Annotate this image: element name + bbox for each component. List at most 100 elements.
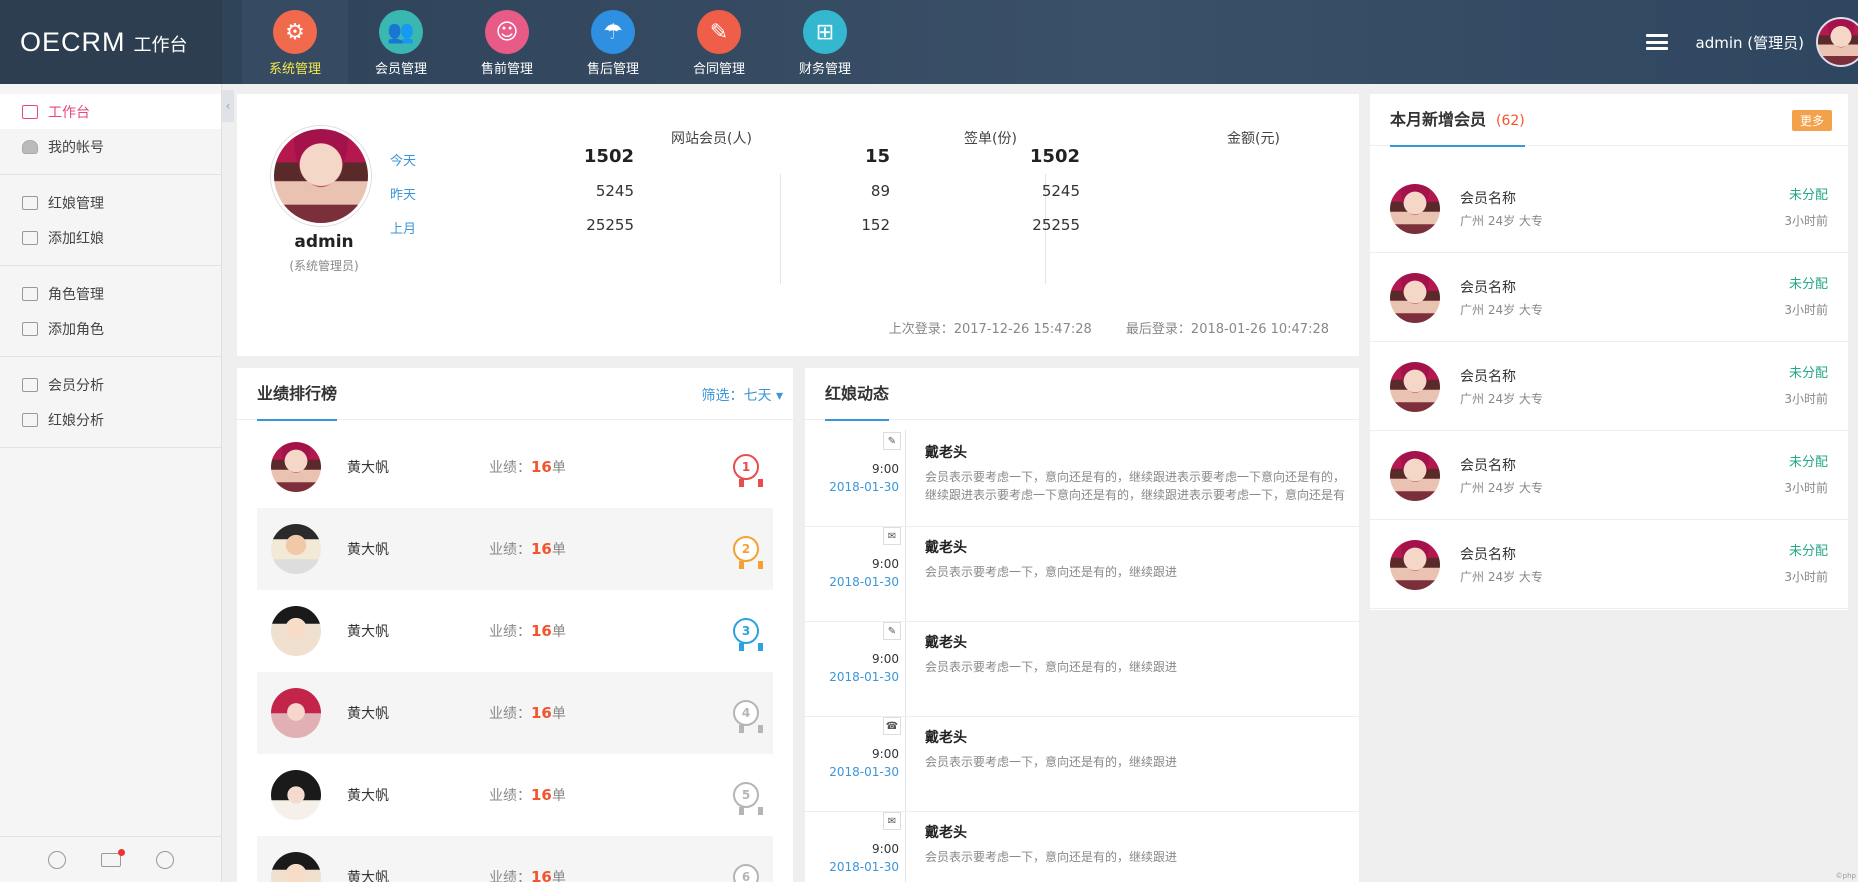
news-time: 9:00 bbox=[872, 842, 899, 856]
avatar bbox=[1390, 273, 1440, 323]
member-status: 未分配 bbox=[1788, 277, 1828, 292]
nav-tab-2[interactable]: ☺ 售前管理 bbox=[454, 0, 560, 84]
member-name: 会员名称 bbox=[1460, 369, 1516, 385]
settings-icon[interactable] bbox=[47, 850, 66, 869]
chat-icon: ✉ bbox=[883, 812, 901, 830]
face-icon: ☺ bbox=[485, 10, 529, 54]
members-count: (62) bbox=[1496, 112, 1525, 129]
ranking-row[interactable]: 黄大帆 业绩：16单 5 bbox=[257, 754, 773, 836]
news-date: 2018-01-30 bbox=[829, 480, 899, 494]
sidebar-item[interactable]: 添加角色 bbox=[0, 311, 221, 346]
more-button[interactable]: 更多 bbox=[1791, 110, 1832, 131]
sidebar-item[interactable]: 添加红娘 bbox=[0, 220, 221, 255]
ranking-name: 黄大帆 bbox=[347, 788, 389, 804]
member-time: 3小时前 bbox=[1784, 481, 1828, 495]
sidebar-collapse-handle[interactable]: ‹ bbox=[222, 90, 234, 122]
medal-icon: 5 bbox=[733, 782, 763, 815]
stat-row-label: 上月 bbox=[390, 222, 417, 237]
nav-tab-4[interactable]: ✎ 合同管理 bbox=[666, 0, 772, 84]
avatar bbox=[271, 606, 321, 656]
news-time: 9:00 bbox=[872, 462, 899, 476]
member-row[interactable]: 会员名称 广州 24岁 大专 未分配 3小时前 bbox=[1370, 431, 1848, 520]
sidebar-item[interactable]: 红娘分析 bbox=[0, 402, 221, 437]
news-item[interactable]: ☎ 9:00 2018-01-30 戴老头 会员表示要考虑一下，意向还是有的，继续跟进 bbox=[805, 717, 1359, 812]
col-header-members: 网站会员(人) bbox=[671, 131, 752, 147]
ranking-filter-dropdown[interactable]: 筛选：七天 ▾ bbox=[702, 385, 783, 405]
phone-icon: ☎ bbox=[883, 717, 901, 735]
sidebar-item[interactable]: 角色管理 bbox=[0, 276, 221, 311]
news-item[interactable]: ✉ 9:00 2018-01-30 戴老头 会员表示要考虑一下，意向还是有的，继续跟进 bbox=[805, 527, 1359, 622]
stat-value: 1502 bbox=[583, 146, 634, 167]
news-date: 2018-01-30 bbox=[829, 575, 899, 589]
avatar bbox=[271, 852, 321, 882]
news-date: 2018-01-30 bbox=[829, 765, 899, 779]
brand-name: OECRM bbox=[20, 26, 126, 57]
ranking-performance: 业绩：16单 bbox=[489, 786, 566, 804]
id-card-icon bbox=[22, 230, 38, 245]
user-avatar[interactable] bbox=[1816, 17, 1858, 67]
ranking-row[interactable]: 黄大帆 业绩：16单 2 bbox=[257, 508, 773, 590]
pencil-icon: ✎ bbox=[883, 432, 901, 450]
stat-value: 5245 bbox=[1041, 182, 1080, 200]
avatar bbox=[271, 442, 321, 492]
avatar bbox=[1390, 362, 1440, 412]
ranking-row[interactable]: 黄大帆 业绩：16单 6 bbox=[257, 836, 773, 882]
top-nav: ⚙ 系统管理 👥 会员管理 ☺ 售前管理 ☂ 售后管理 ✎ 合同管理 ⊞ 财务管理 bbox=[242, 0, 878, 84]
add-circle-icon[interactable] bbox=[156, 850, 175, 869]
dashboard-icon bbox=[22, 104, 38, 119]
stat-value: 25255 bbox=[1032, 216, 1080, 234]
ranking-row[interactable]: 黄大帆 业绩：16单 1 bbox=[257, 426, 773, 508]
member-row[interactable]: 会员名称 广州 24岁 大专 未分配 3小时前 bbox=[1370, 520, 1848, 609]
ranking-name: 黄大帆 bbox=[347, 542, 389, 558]
ranking-performance: 业绩：16单 bbox=[489, 540, 566, 558]
avatar bbox=[271, 524, 321, 574]
nav-tab-3[interactable]: ☂ 售后管理 bbox=[560, 0, 666, 84]
avatar bbox=[1390, 184, 1440, 234]
ranking-row[interactable]: 黄大帆 业绩：16单 4 bbox=[257, 672, 773, 754]
member-row[interactable]: 会员名称 广州 24岁 大专 未分配 3小时前 bbox=[1370, 342, 1848, 431]
avatar bbox=[271, 688, 321, 738]
sidebar-item-label: 红娘管理 bbox=[48, 195, 104, 212]
member-info: 广州 24岁 大专 bbox=[1460, 392, 1543, 406]
news-item[interactable]: ✎ 9:00 2018-01-30 戴老头 会员表示要考虑一下，意向还是有的，继续跟进 bbox=[805, 622, 1359, 717]
nav-tab-1[interactable]: 👥 会员管理 bbox=[348, 0, 454, 84]
nav-tab-label: 售后管理 bbox=[586, 62, 639, 77]
ranking-row[interactable]: 黄大帆 业绩：16单 3 bbox=[257, 590, 773, 672]
nav-tab-0[interactable]: ⚙ 系统管理 bbox=[242, 0, 348, 84]
news-text: 会员表示要考虑一下，意向还是有的，继续跟进 bbox=[925, 660, 1178, 674]
user-name[interactable]: admin (管理员) bbox=[1696, 32, 1804, 53]
profile-avatar bbox=[271, 126, 371, 226]
medal-icon: 3 bbox=[733, 618, 763, 651]
nav-tab-label: 财务管理 bbox=[798, 62, 851, 77]
ranking-name: 黄大帆 bbox=[347, 870, 389, 882]
mail-icon[interactable] bbox=[100, 848, 125, 867]
gear-icon: ⚙ bbox=[273, 10, 317, 54]
sidebar-item[interactable]: 我的帐号 bbox=[0, 129, 221, 164]
news-time: 9:00 bbox=[872, 747, 899, 761]
stat-value: 25255 bbox=[586, 216, 634, 234]
brand-logo[interactable]: OECRM 工作台 bbox=[0, 0, 222, 84]
nav-tab-5[interactable]: ⊞ 财务管理 bbox=[772, 0, 878, 84]
sidebar-item-label: 会员分析 bbox=[48, 377, 104, 394]
members-title: 本月新增会员 (62) bbox=[1390, 94, 1525, 147]
sidebar-item[interactable]: 会员分析 bbox=[0, 367, 221, 402]
menu-toggle-icon[interactable] bbox=[1645, 34, 1668, 50]
users-icon: 👥 bbox=[379, 10, 423, 54]
nav-tab-label: 售前管理 bbox=[480, 62, 533, 77]
stat-value: 5245 bbox=[595, 182, 634, 200]
chart-icon bbox=[22, 377, 38, 392]
news-text: 会员表示要考虑一下，意向还是有的，继续跟进 bbox=[925, 565, 1178, 579]
sidebar-item[interactable]: 工作台 bbox=[0, 94, 221, 129]
stat-value: 89 bbox=[870, 182, 890, 200]
avatar bbox=[271, 770, 321, 820]
news-item[interactable]: ✉ 9:00 2018-01-30 戴老头 会员表示要考虑一下，意向还是有的，继续跟进 bbox=[805, 812, 1359, 882]
news-name: 戴老头 bbox=[925, 825, 967, 841]
news-item[interactable]: ✎ 9:00 2018-01-30 戴老头 会员表示要考虑一下，意向还是有的，继续跟进表… bbox=[805, 432, 1359, 527]
sidebar-item[interactable]: 红娘管理 bbox=[0, 185, 221, 220]
news-text: 会员表示要考虑一下，意向还是有的，继续跟进表示要考虑一下意向还是有的，继续跟进表… bbox=[925, 470, 1345, 502]
member-time: 3小时前 bbox=[1784, 214, 1828, 228]
member-row[interactable]: 会员名称 广州 24岁 大专 未分配 3小时前 bbox=[1370, 164, 1848, 253]
news-name: 戴老头 bbox=[925, 635, 967, 651]
member-row[interactable]: 会员名称 广州 24岁 大专 未分配 3小时前 bbox=[1370, 253, 1848, 342]
ranking-name: 黄大帆 bbox=[347, 624, 389, 640]
